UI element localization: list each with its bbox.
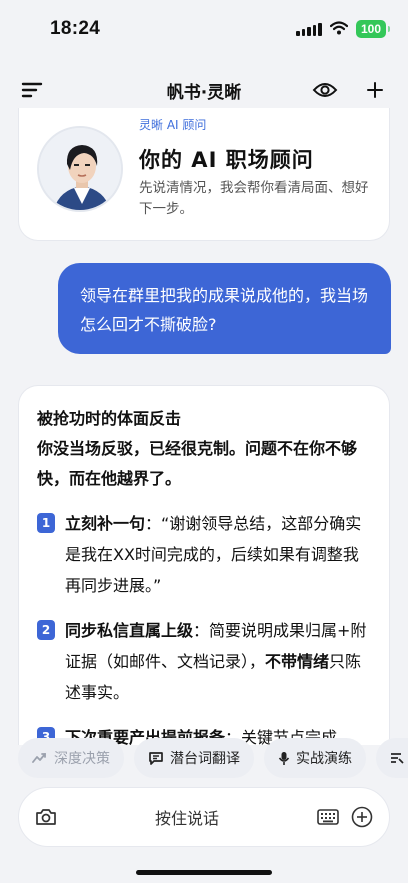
chat-icon [149, 752, 163, 765]
eye-icon [312, 83, 338, 97]
menu-button[interactable] [18, 76, 46, 104]
advisor-avatar [37, 126, 123, 212]
status-bar: 18:24 100 [0, 0, 408, 58]
chip-label: 实战演练 [296, 751, 352, 767]
chip-workplace[interactable]: 职场 [376, 738, 408, 778]
keyboard-button[interactable] [315, 804, 341, 830]
reply-item-bold: 立刻补一句 [65, 514, 146, 533]
reply-intro: 你没当场反驳，已经很克制。问题不在你不够快，而在他越界了。 [37, 439, 358, 488]
chip-practice[interactable]: 实战演练 [264, 738, 366, 778]
wifi-icon [329, 20, 349, 39]
camera-icon [36, 809, 56, 825]
new-chat-button[interactable] [361, 76, 389, 104]
chip-label: 深度决策 [54, 751, 110, 767]
chip-subtext-translate[interactable]: 潜台词翻译 [134, 738, 254, 778]
plus-circle-icon [351, 806, 373, 828]
quick-action-chips: 深度决策 潜台词翻译 实战演练 职场 [0, 735, 408, 781]
chip-deep-decision[interactable]: 深度决策 [18, 738, 124, 778]
home-indicator [136, 870, 272, 875]
advisor-tag: 灵晰 AI 顾问 [139, 118, 207, 132]
user-message-bubble: 领导在群里把我的成果说成他的，我当场怎么回才不撕破脸? [58, 263, 391, 354]
reply-heading: 被抢功时的体面反击 [37, 409, 182, 428]
list-icon [391, 752, 404, 764]
add-button[interactable] [349, 804, 375, 830]
plus-icon [367, 82, 383, 98]
cellular-signal-icon [296, 22, 322, 36]
reply-item-text: 同步私信直属上级：简要说明成果归属+附证据（如邮件、文档记录），不带情绪只陈述事… [65, 615, 371, 708]
reply-item-text: 立刻补一句：“谢谢领导总结，这部分确实是我在XX时间完成的，后续如果有调整我再同… [65, 508, 371, 601]
reply-list-item: 1 立刻补一句：“谢谢领导总结，这部分确实是我在XX时间完成的，后续如果有调整我… [37, 508, 371, 601]
reply-item-bold: 同步私信直属上级 [65, 621, 194, 640]
list-number-badge: 1 [37, 513, 55, 533]
camera-button[interactable] [33, 804, 59, 830]
hold-to-talk-button[interactable]: 按住说话 [59, 805, 315, 829]
input-bar: 按住说话 [18, 787, 390, 847]
advisor-description: 先说清情况，我会帮你看清局面、想好下一步。 [139, 180, 369, 217]
advisor-title: 你的 AI 职场顾问 [139, 148, 314, 172]
reply-list-item: 2 同步私信直属上级：简要说明成果归属+附证据（如邮件、文档记录），不带情绪只陈… [37, 615, 371, 708]
keyboard-icon [317, 809, 339, 825]
mic-icon [278, 751, 290, 765]
list-number-badge: 2 [37, 620, 55, 640]
status-icons: 100 [296, 20, 391, 39]
menu-icon [21, 82, 43, 98]
battery-indicator: 100 [355, 20, 391, 38]
assistant-reply-card: 被抢功时的体面反击 你没当场反驳，已经很克制。问题不在你不够快，而在他越界了。 … [18, 385, 390, 745]
visibility-button[interactable] [311, 76, 339, 104]
advisor-profile-card: 灵晰 AI 顾问 你的 AI 职场顾问 先说清情况，我会帮你看清局面、想好下一步… [18, 108, 390, 241]
page-title: 帆书·灵晰 [166, 82, 242, 103]
status-time: 18:24 [50, 18, 101, 39]
chip-label: 潜台词翻译 [170, 751, 240, 767]
reply-item-bold: 不带情绪 [265, 652, 330, 671]
trend-icon [32, 753, 46, 763]
